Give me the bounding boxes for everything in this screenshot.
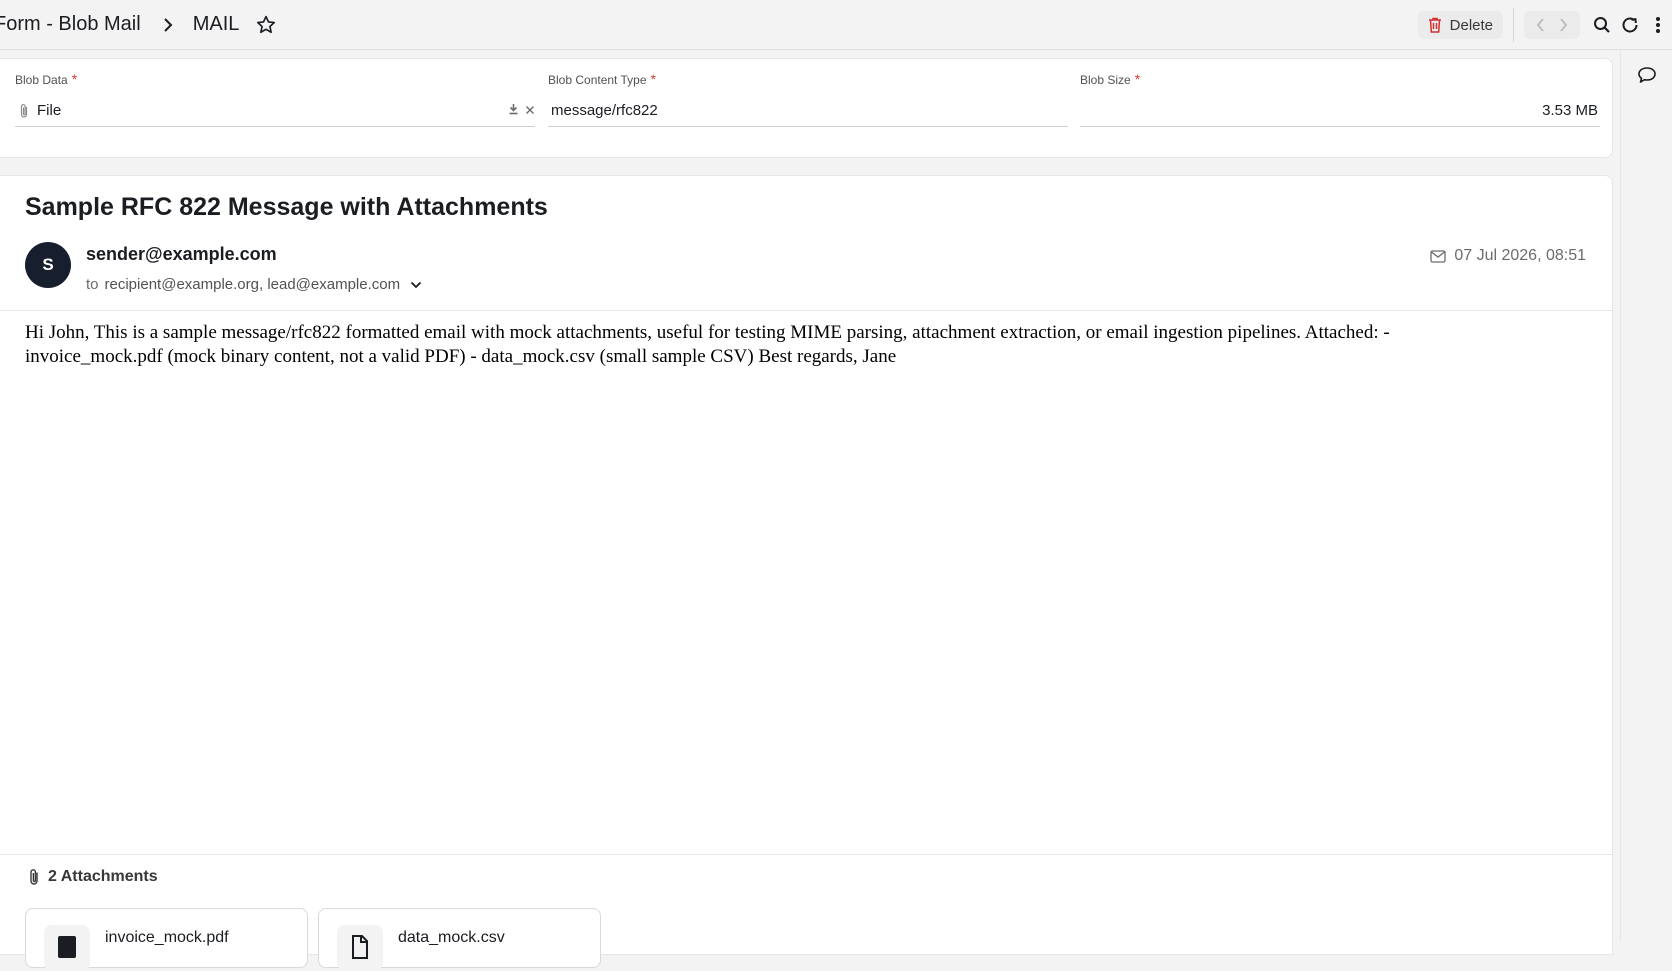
- breadcrumb-parent-link[interactable]: Form - Blob Mail: [0, 13, 141, 36]
- comment-icon[interactable]: [1637, 66, 1657, 89]
- blob-data-input[interactable]: File: [15, 95, 535, 127]
- paperclip-icon: [20, 103, 28, 118]
- breadcrumb-current: MAIL: [192, 13, 240, 35]
- blob-content-type-input[interactable]: message/rfc822: [548, 95, 1068, 127]
- blob-content-type-field: Blob Content Type * message/rfc822: [548, 71, 1068, 127]
- search-icon[interactable]: [1588, 11, 1616, 39]
- download-icon[interactable]: [508, 102, 519, 119]
- toolbar-divider: [1513, 8, 1514, 42]
- attachment-name: invoice_mock.pdf: [105, 929, 229, 946]
- record-nav: [1524, 11, 1580, 39]
- trash-icon: [1428, 17, 1441, 33]
- attachments-count: 2 Attachments: [48, 868, 158, 885]
- right-sidebar: [1620, 50, 1672, 941]
- mail-date: 07 Jul 2026, 08:51: [1430, 247, 1586, 265]
- blob-size-field: Blob Size * 3.53 MB: [1080, 71, 1600, 127]
- blob-content-type-value: message/rfc822: [551, 102, 658, 119]
- document-file-icon: [337, 925, 383, 971]
- mail-to: recipient@example.org, lead@example.com: [104, 276, 401, 293]
- divider: [0, 854, 1613, 855]
- chevron-right-icon: [163, 16, 173, 34]
- clear-icon[interactable]: [525, 102, 535, 119]
- attachment-card[interactable]: invoice_mock.pdf: [25, 908, 308, 971]
- breadcrumb: Form - Blob Mail MAIL: [0, 13, 277, 36]
- mail-body: Hi John, This is a sample message/rfc822…: [25, 322, 1390, 367]
- blob-size-value: 3.53 MB: [1542, 102, 1598, 119]
- required-marker: *: [71, 71, 78, 87]
- blob-size-input[interactable]: 3.53 MB: [1080, 95, 1600, 127]
- mail-icon: [1430, 249, 1446, 263]
- toolbar: Delete: [1417, 8, 1672, 42]
- mail-date-text: 07 Jul 2026, 08:51: [1454, 247, 1586, 264]
- pdf-file-icon: [44, 925, 90, 971]
- mail-from: sender@example.com: [86, 244, 277, 264]
- attachment-card[interactable]: data_mock.csv: [318, 908, 601, 971]
- mail-subject: Sample RFC 822 Message with Attachments: [25, 193, 548, 221]
- refresh-icon[interactable]: [1616, 11, 1644, 39]
- top-bar: Form - Blob Mail MAIL Delete: [0, 0, 1672, 50]
- blob-fields-card: Blob Data * File Blob Content Type * mes…: [0, 58, 1613, 158]
- mail-recipients: to recipient@example.org, lead@example.c…: [86, 276, 422, 293]
- avatar: S: [25, 242, 71, 288]
- paperclip-icon: [30, 869, 38, 885]
- delete-button-label: Delete: [1449, 16, 1493, 34]
- chevron-right-icon[interactable]: [1552, 14, 1574, 36]
- blob-data-field: Blob Data * File: [15, 71, 535, 127]
- chevron-left-icon[interactable]: [1530, 14, 1552, 36]
- more-vertical-icon[interactable]: [1644, 11, 1672, 39]
- blob-content-type-label: Blob Content Type: [548, 73, 647, 87]
- blob-data-label: Blob Data: [15, 73, 68, 87]
- blob-data-value: File: [37, 102, 62, 119]
- attachments-heading: 2 Attachments: [28, 868, 158, 886]
- required-marker: *: [1134, 71, 1141, 87]
- chevron-down-icon[interactable]: [410, 281, 422, 289]
- mail-preview-card: Sample RFC 822 Message with Attachments …: [0, 175, 1613, 971]
- to-prefix: to: [86, 276, 99, 293]
- blob-size-label: Blob Size: [1080, 73, 1131, 87]
- required-marker: *: [650, 71, 656, 87]
- delete-button[interactable]: Delete: [1417, 11, 1503, 39]
- star-icon[interactable]: [255, 14, 277, 36]
- attachment-name: data_mock.csv: [398, 929, 505, 946]
- divider: [0, 310, 1613, 311]
